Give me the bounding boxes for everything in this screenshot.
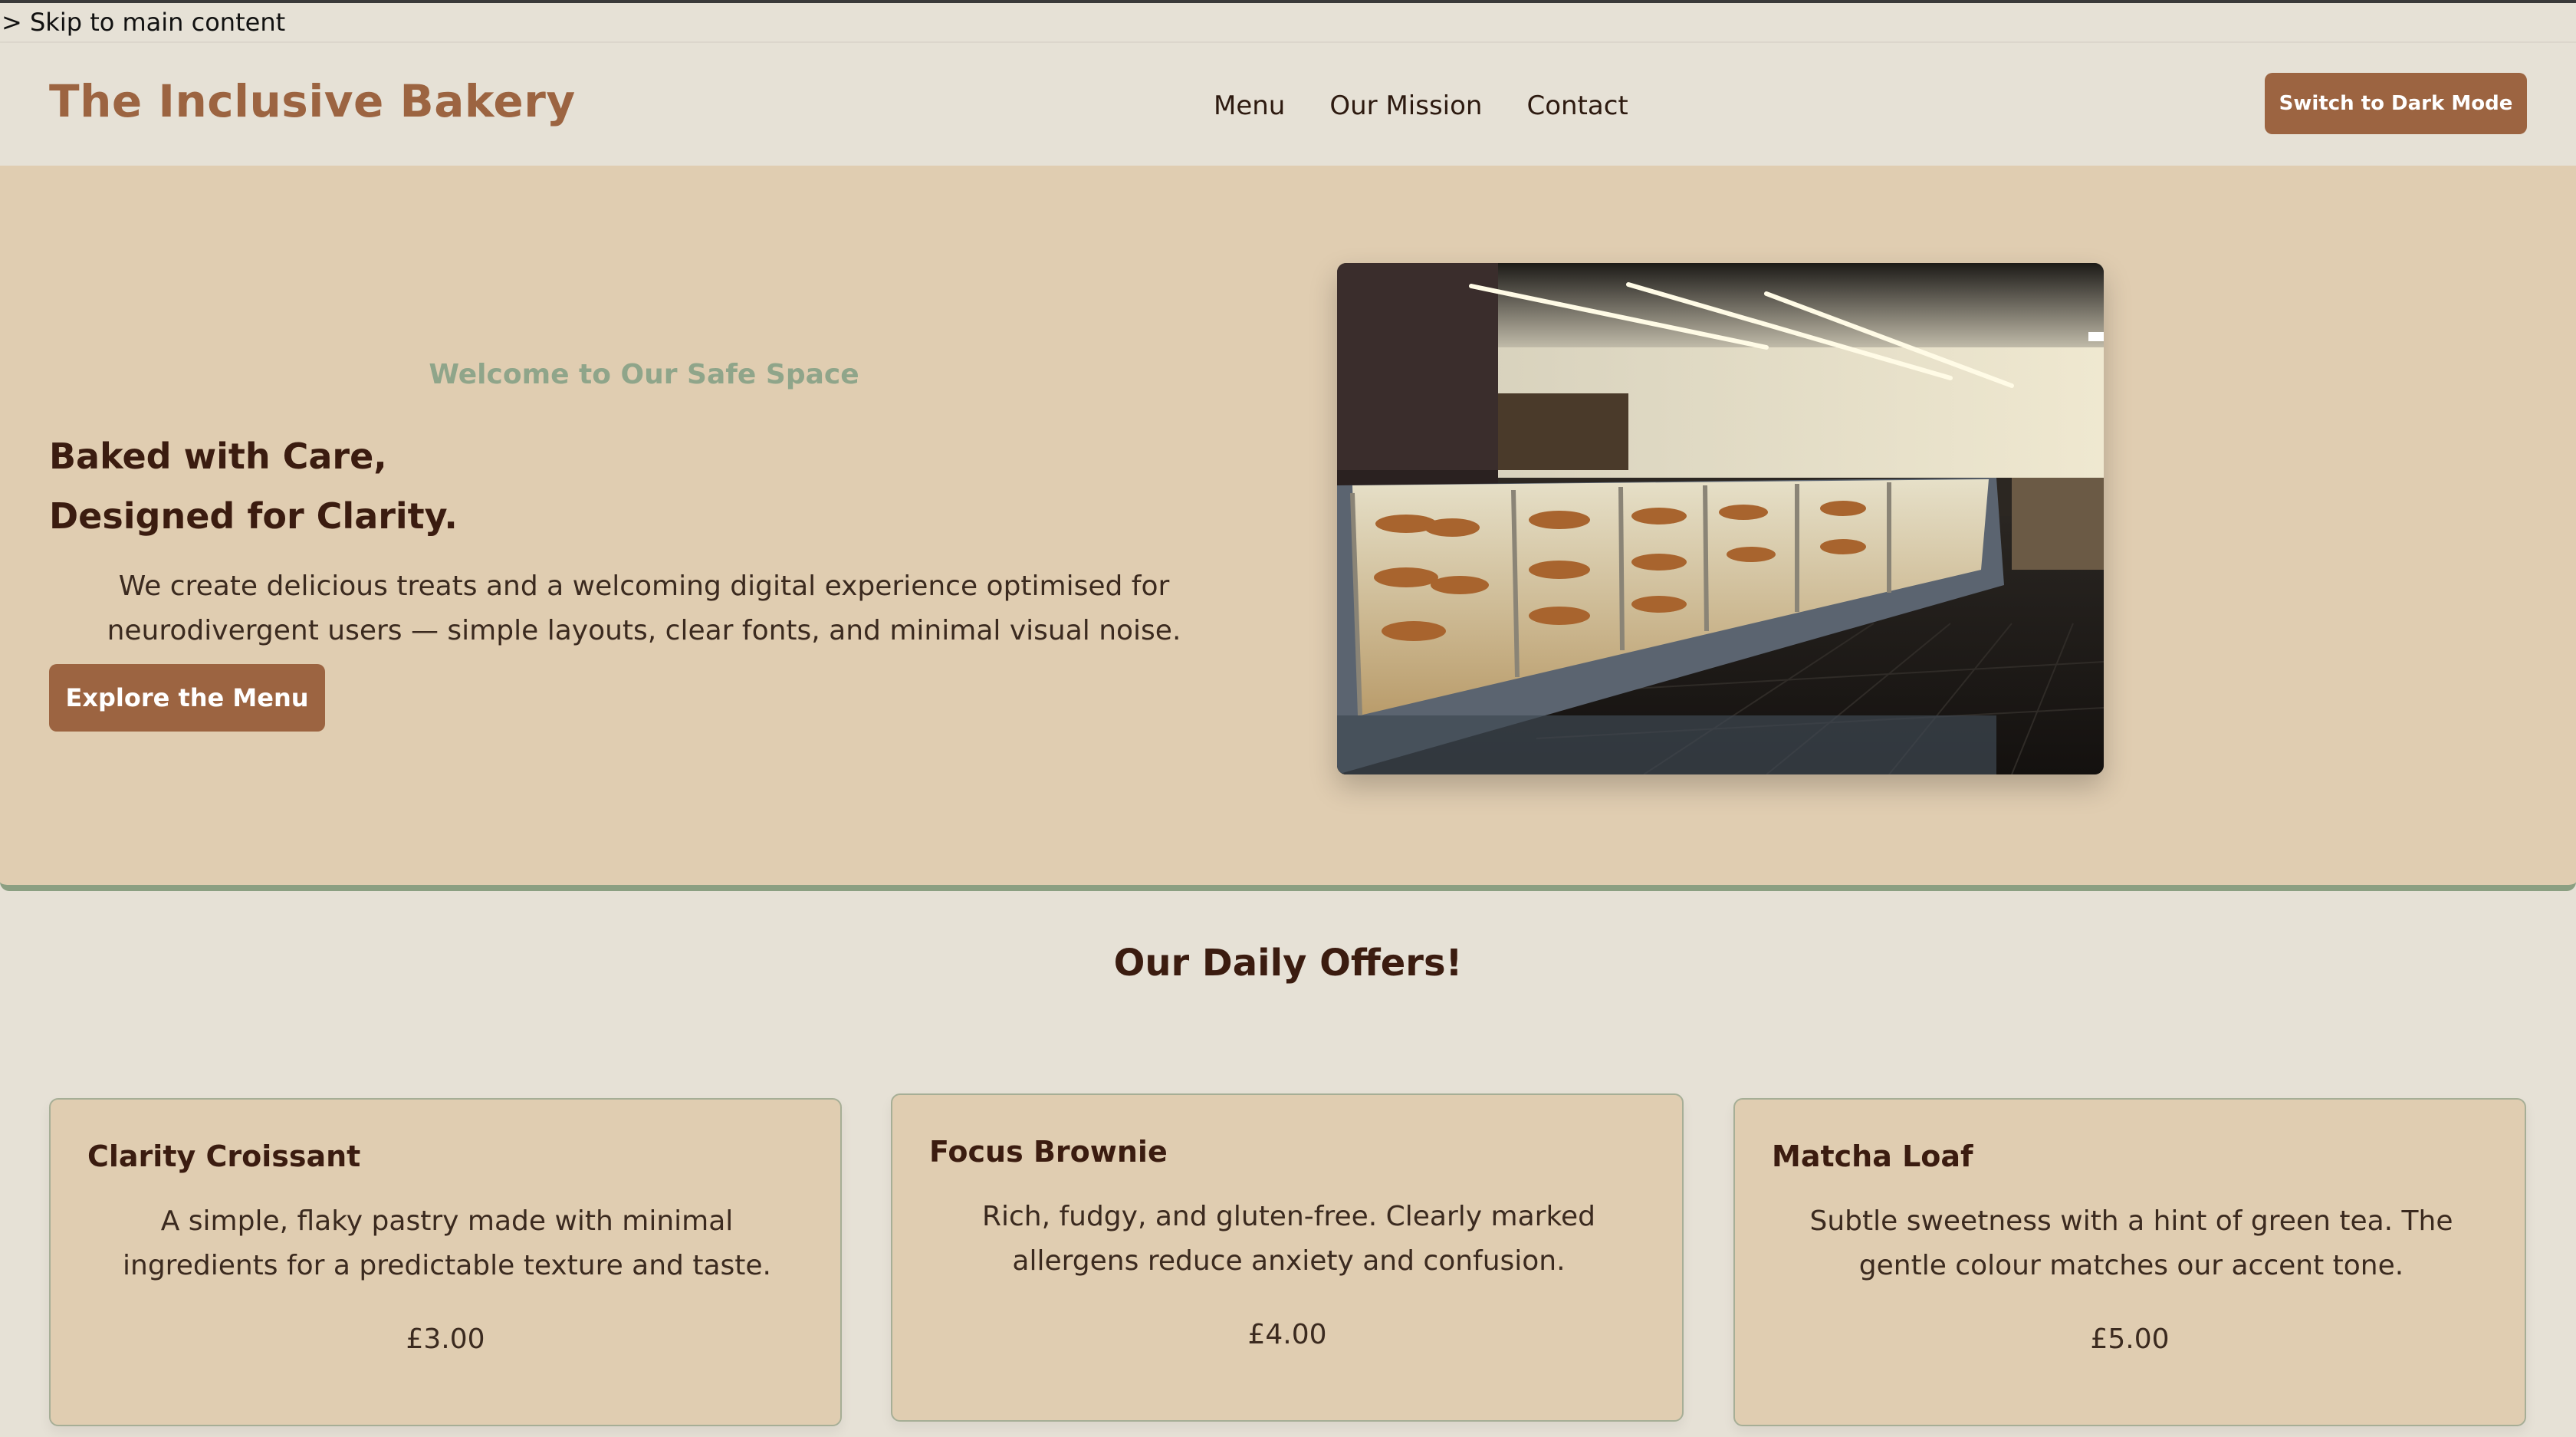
top-border bbox=[0, 0, 2576, 3]
offer-description: A simple, flaky pastry made with minimal… bbox=[123, 1205, 771, 1281]
main-nav: Menu Our Mission Contact bbox=[1214, 90, 1628, 121]
hero-section: Welcome to Our Safe Space Baked with Car… bbox=[0, 166, 2576, 891]
site-logo[interactable]: The Inclusive Bakery bbox=[49, 75, 576, 127]
offer-description: Rich, fudgy, and gluten-free. Clearly ma… bbox=[981, 1201, 1596, 1277]
offer-price: £5.00 bbox=[2090, 1324, 2170, 1355]
offer-description: Subtle sweetness with a hint of green te… bbox=[1809, 1205, 2453, 1281]
offer-card: Matcha Loaf Subtle sweetness with a hint… bbox=[1733, 1098, 2526, 1426]
offer-card: Clarity Croissant A simple, flaky pastry… bbox=[49, 1098, 842, 1426]
hero-kicker: Welcome to Our Safe Space bbox=[429, 359, 859, 390]
skip-to-main-link[interactable]: > Skip to main content bbox=[2, 8, 285, 37]
dark-mode-toggle-button[interactable]: Switch to Dark Mode bbox=[2265, 73, 2527, 134]
hero-title-line-1: Baked with Care, bbox=[49, 436, 387, 477]
site-header: The Inclusive Bakery Menu Our Mission Co… bbox=[0, 43, 2576, 166]
offer-card: Focus Brownie Rich, fudgy, and gluten-fr… bbox=[891, 1093, 1684, 1422]
hero-title: Baked with Care, Designed for Clarity. bbox=[49, 426, 969, 546]
offer-title: Clarity Croissant bbox=[87, 1139, 361, 1173]
nav-link-contact[interactable]: Contact bbox=[1526, 90, 1628, 121]
offer-title: Matcha Loaf bbox=[1772, 1139, 1973, 1173]
bakery-display-photo bbox=[1337, 263, 2104, 774]
explore-menu-button[interactable]: Explore the Menu bbox=[49, 664, 325, 732]
nav-link-our-mission[interactable]: Our Mission bbox=[1329, 90, 1482, 121]
hero-description: We create delicious treats and a welcomi… bbox=[107, 571, 1181, 646]
hero-title-line-2: Designed for Clarity. bbox=[49, 495, 458, 537]
nav-link-menu[interactable]: Menu bbox=[1214, 90, 1285, 121]
offer-title: Focus Brownie bbox=[929, 1135, 1168, 1169]
offer-price: £3.00 bbox=[406, 1324, 485, 1355]
offers-heading: Our Daily Offers! bbox=[1113, 942, 1463, 985]
offer-price: £4.00 bbox=[1247, 1319, 1327, 1350]
